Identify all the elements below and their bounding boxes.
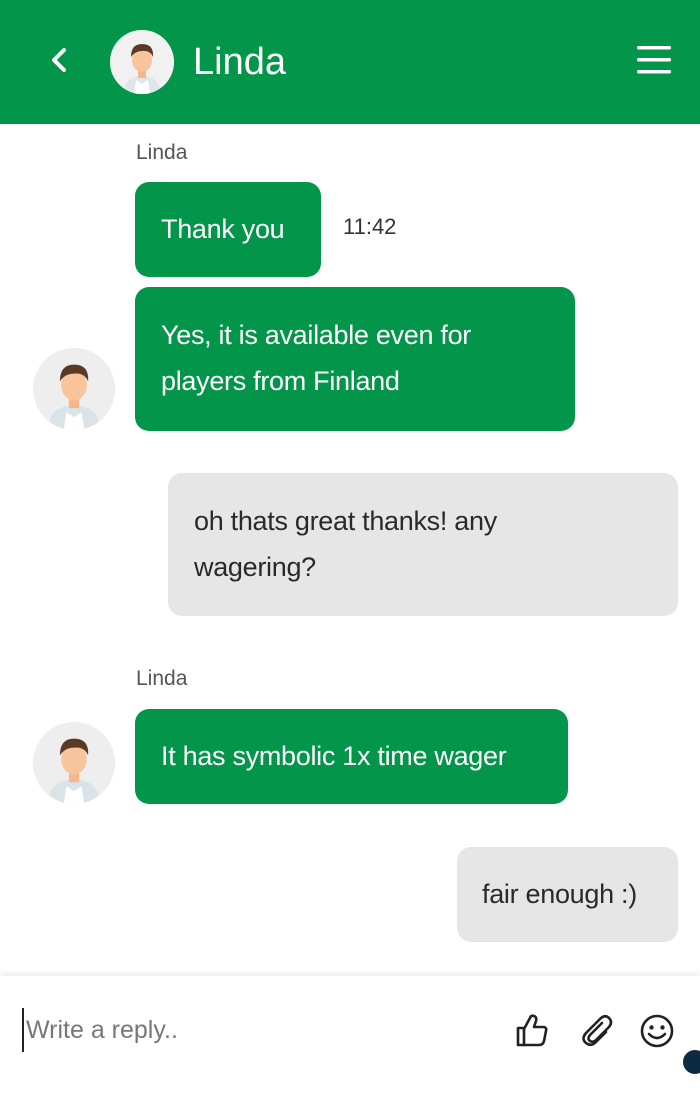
message-text-line: Yes, it is available even for bbox=[161, 320, 471, 350]
agent-avatar bbox=[33, 348, 115, 430]
emoji-button[interactable] bbox=[638, 1012, 676, 1050]
message-text-line: players from Finland bbox=[161, 366, 400, 396]
message-text: Thank you bbox=[161, 214, 285, 244]
sender-name: Linda bbox=[136, 667, 188, 690]
smiley-icon bbox=[640, 1014, 674, 1048]
user-message-bubble: oh thats great thanks! any wagering? bbox=[168, 473, 678, 616]
back-button[interactable] bbox=[40, 40, 80, 80]
thumbs-up-button[interactable] bbox=[513, 1012, 551, 1050]
contact-avatar bbox=[110, 30, 174, 94]
chat-header: Linda bbox=[0, 0, 700, 124]
hamburger-menu-icon bbox=[637, 46, 671, 74]
agent-message-bubble: Thank you bbox=[135, 182, 321, 277]
contact-name: Linda bbox=[193, 41, 286, 83]
menu-button[interactable] bbox=[634, 42, 674, 78]
message-time: 11:42 bbox=[343, 214, 397, 239]
reply-input[interactable] bbox=[22, 1008, 496, 1052]
paperclip-icon bbox=[582, 1014, 613, 1047]
chevron-left-icon bbox=[52, 48, 66, 72]
thumbs-up-icon bbox=[516, 1014, 548, 1047]
reply-composer bbox=[0, 976, 700, 1078]
message-text-line: oh thats great thanks! any bbox=[194, 506, 497, 536]
sender-name: Linda bbox=[136, 141, 188, 164]
chat-launcher-icon[interactable] bbox=[683, 1050, 700, 1074]
attach-button[interactable] bbox=[578, 1012, 616, 1050]
message-text: It has symbolic 1x time wager bbox=[161, 741, 507, 771]
agent-avatar bbox=[33, 722, 115, 804]
message-text: fair enough :) bbox=[482, 879, 637, 909]
chat-window: Linda Linda Thank you 11:42 Yes, it is a… bbox=[0, 0, 700, 1078]
user-message-bubble: fair enough :) bbox=[457, 847, 678, 942]
agent-message-bubble: It has symbolic 1x time wager bbox=[135, 709, 568, 804]
message-text-line: wagering? bbox=[194, 552, 316, 582]
agent-message-bubble: Yes, it is available even for players fr… bbox=[135, 287, 575, 431]
